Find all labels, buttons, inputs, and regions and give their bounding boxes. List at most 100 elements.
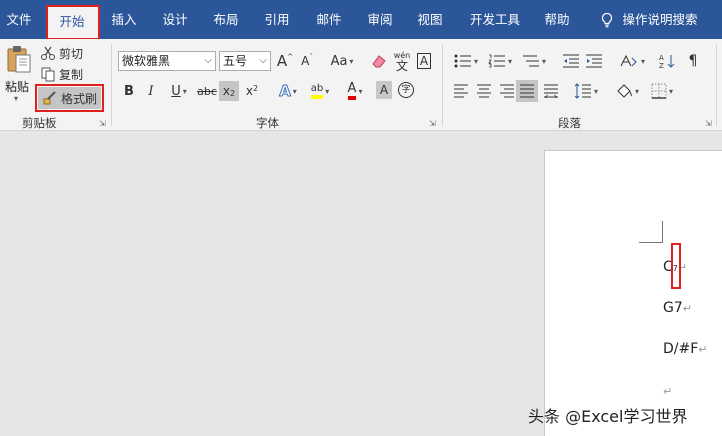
copy-button[interactable]: 复制 [40,65,90,83]
font-color-glyph: A [347,82,357,100]
phonetic-guide-button[interactable]: wén 文 [391,48,413,74]
line-spacing-button[interactable]: ▾ [570,81,602,101]
tab-file[interactable]: 文件 [0,0,38,39]
distributed-button[interactable] [541,81,561,101]
cut-button[interactable]: 剪切 [40,44,90,62]
align-right-button[interactable] [497,81,517,101]
character-shading-button[interactable]: A [376,81,392,99]
home-tab-highlight [46,5,100,40]
caret-down-icon: ˇ [309,53,313,61]
shading-button[interactable]: ▾ [611,81,643,101]
multilevel-list-button[interactable]: ▾ [519,51,549,71]
align-left-button[interactable] [451,81,471,101]
paste-button[interactable] [3,44,33,74]
ribbon-tab-bar: 文件 开始 插入 设计 布局 引用 邮件 审阅 视图 开发工具 帮助 操作说明搜… [0,0,722,39]
multilevel-list-icon [522,55,539,67]
font-size-combo[interactable]: 五号 ⌵ [219,51,271,71]
bullets-button[interactable]: ▾ [451,51,481,71]
font-color-button[interactable]: A ▾ [340,81,370,101]
numbered-list-icon [488,54,505,68]
chevron-down-icon: ⌵ [259,55,267,66]
italic-button[interactable]: I [143,81,159,101]
chevron-down-icon: ▾ [292,86,297,96]
tab-mailings[interactable]: 邮件 [309,0,349,39]
chinese-layout-button[interactable]: ▾ [616,51,648,71]
tell-me-search[interactable]: 操作说明搜索 [594,0,704,39]
grow-font-button[interactable]: A ^ [276,51,294,71]
group-divider [442,44,443,126]
font-size-value: 五号 [223,54,248,68]
chevron-down-icon: ▾ [473,56,478,66]
chevron-down-icon: ▾ [634,86,639,96]
subscript-x: x [222,84,230,98]
copy-icon [41,67,55,82]
doc-line-chord-g7[interactable]: G7↵ [663,300,692,316]
paste-dropdown[interactable]: ▾ [14,94,18,103]
paragraph-mark: ↵ [698,343,708,356]
font-launcher-icon[interactable]: ⇲ [429,119,438,128]
sort-icon: A Z [659,54,675,69]
clipboard-icon [7,46,31,73]
chinese-layout-icon [620,54,637,67]
tab-references[interactable]: 引用 [256,0,298,39]
doc-line-empty[interactable]: ↵ [663,383,672,399]
chevron-down-icon: ▾ [640,56,645,66]
chevron-down-icon: ▾ [349,56,354,66]
clear-formatting-button[interactable] [368,51,390,71]
chord-g7: G7 [663,300,683,316]
subscript-button[interactable]: x2 [219,81,239,101]
tab-layout[interactable]: 布局 [206,0,246,39]
highlight-button[interactable]: ab ▾ [305,81,335,101]
underline-glyph: U [171,83,181,99]
chevron-down-icon: ▾ [668,86,673,96]
change-case-glyph: Aa [330,53,348,69]
tab-design[interactable]: 设计 [153,0,197,39]
change-case-button[interactable]: Aa ▾ [326,51,358,71]
text-effects-button[interactable]: A ▾ [274,81,302,101]
bold-button[interactable]: B [121,81,137,101]
copy-label: 复制 [59,67,84,82]
numbering-button[interactable]: ▾ [485,51,515,71]
group-divider [716,44,717,126]
paragraph-mark: ↵ [663,385,673,398]
show-formatting-button[interactable]: ¶ [684,51,702,71]
increase-indent-button[interactable] [584,51,604,71]
strikethrough-button[interactable]: abc [197,81,217,101]
tab-developer[interactable]: 开发工具 [462,0,528,39]
format-painter-highlight [35,84,104,112]
phonetic-bottom: 文 [395,59,408,73]
character-border-button[interactable]: A [415,51,433,71]
sort-button[interactable]: A Z [656,51,678,71]
superscript-mark: 2 [253,84,259,93]
align-right-icon [500,84,514,98]
tab-insert[interactable]: 插入 [104,0,144,39]
clipboard-launcher-icon[interactable]: ⇲ [99,119,108,128]
underline-button[interactable]: U ▾ [165,81,193,101]
borders-button[interactable]: ▾ [646,81,678,101]
chevron-down-icon: ▾ [358,86,363,96]
tab-review[interactable]: 审阅 [360,0,400,39]
decrease-indent-button[interactable] [561,51,581,71]
chevron-down-icon: ▾ [182,86,187,96]
paint-bucket-icon [617,84,632,98]
shrink-font-button[interactable]: Aˇ [298,51,316,71]
align-center-button[interactable] [474,81,494,101]
doc-line-chord-d-f[interactable]: D/#F↵ [663,341,708,357]
borders-icon [651,83,667,99]
svg-text:Z: Z [659,62,664,69]
chevron-down-icon: ▾ [593,86,598,96]
subscript-mark: 2 [230,89,236,98]
font-name-combo[interactable]: 微软雅黑 ⌵ [118,51,216,71]
character-border-glyph: A [416,53,432,69]
justify-button[interactable] [516,80,538,102]
superscript-button[interactable]: x2 [242,81,262,101]
document-page[interactable] [544,150,722,436]
paragraph-launcher-icon[interactable]: ⇲ [705,119,714,128]
tab-view[interactable]: 视图 [410,0,450,39]
tab-help[interactable]: 帮助 [537,0,577,39]
chevron-down-icon: ▾ [325,86,330,96]
enclose-characters-button[interactable]: 字 [397,81,415,99]
lightbulb-icon [602,12,613,27]
align-center-icon [477,84,491,98]
tell-me-label: 操作说明搜索 [622,12,698,27]
